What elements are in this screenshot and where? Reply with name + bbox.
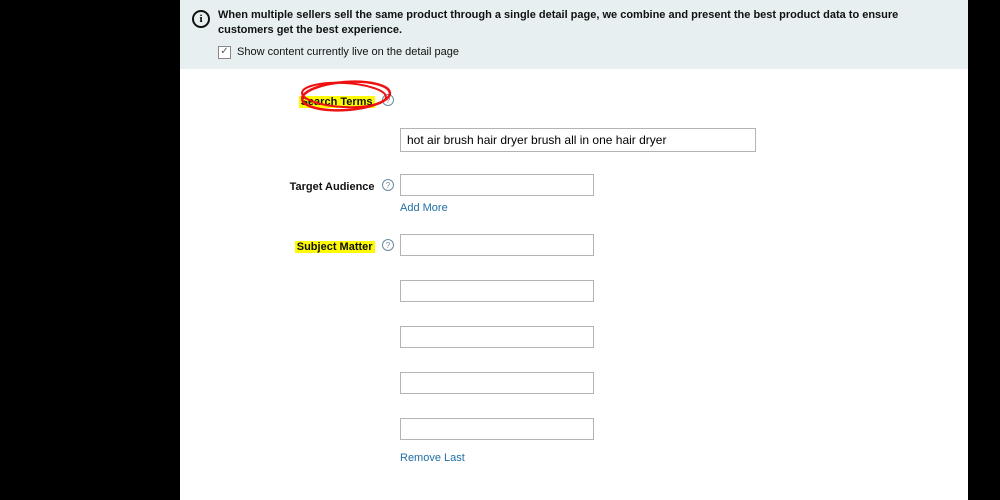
search-terms-label: Search Terms xyxy=(299,96,375,108)
search-terms-section: Search Terms ? xyxy=(180,89,968,152)
target-audience-label: Target Audience xyxy=(290,181,375,193)
show-content-label: Show content currently live on the detai… xyxy=(237,46,459,58)
subject-matter-input-2[interactable] xyxy=(400,280,594,302)
subject-matter-input-5[interactable] xyxy=(400,418,594,440)
form-area: Search Terms ? Target Audience ? Add Mor… xyxy=(180,69,968,466)
show-content-checkbox[interactable]: ✓ xyxy=(218,46,231,59)
show-content-checkbox-row: ✓ Show content currently live on the det… xyxy=(218,46,956,59)
info-icon: i xyxy=(192,8,210,28)
search-terms-input[interactable] xyxy=(400,128,756,152)
subject-matter-input-1[interactable] xyxy=(400,234,594,256)
subject-matter-label: Subject Matter xyxy=(295,241,375,253)
form-page: i When multiple sellers sell the same pr… xyxy=(180,0,968,500)
remove-last-link[interactable]: Remove Last xyxy=(400,452,465,464)
info-text: When multiple sellers sell the same prod… xyxy=(218,8,956,38)
info-banner: i When multiple sellers sell the same pr… xyxy=(180,0,968,69)
help-icon[interactable]: ? xyxy=(382,239,394,251)
subject-matter-input-4[interactable] xyxy=(400,372,594,394)
help-icon[interactable]: ? xyxy=(382,94,394,106)
info-body: When multiple sellers sell the same prod… xyxy=(218,8,956,59)
target-audience-section: Target Audience ? Add More xyxy=(180,174,968,216)
subject-matter-input-3[interactable] xyxy=(400,326,594,348)
help-icon[interactable]: ? xyxy=(382,179,394,191)
add-more-link[interactable]: Add More xyxy=(400,202,448,214)
subject-matter-section: Subject Matter ? Remove Last xyxy=(180,234,968,466)
target-audience-input[interactable] xyxy=(400,174,594,196)
